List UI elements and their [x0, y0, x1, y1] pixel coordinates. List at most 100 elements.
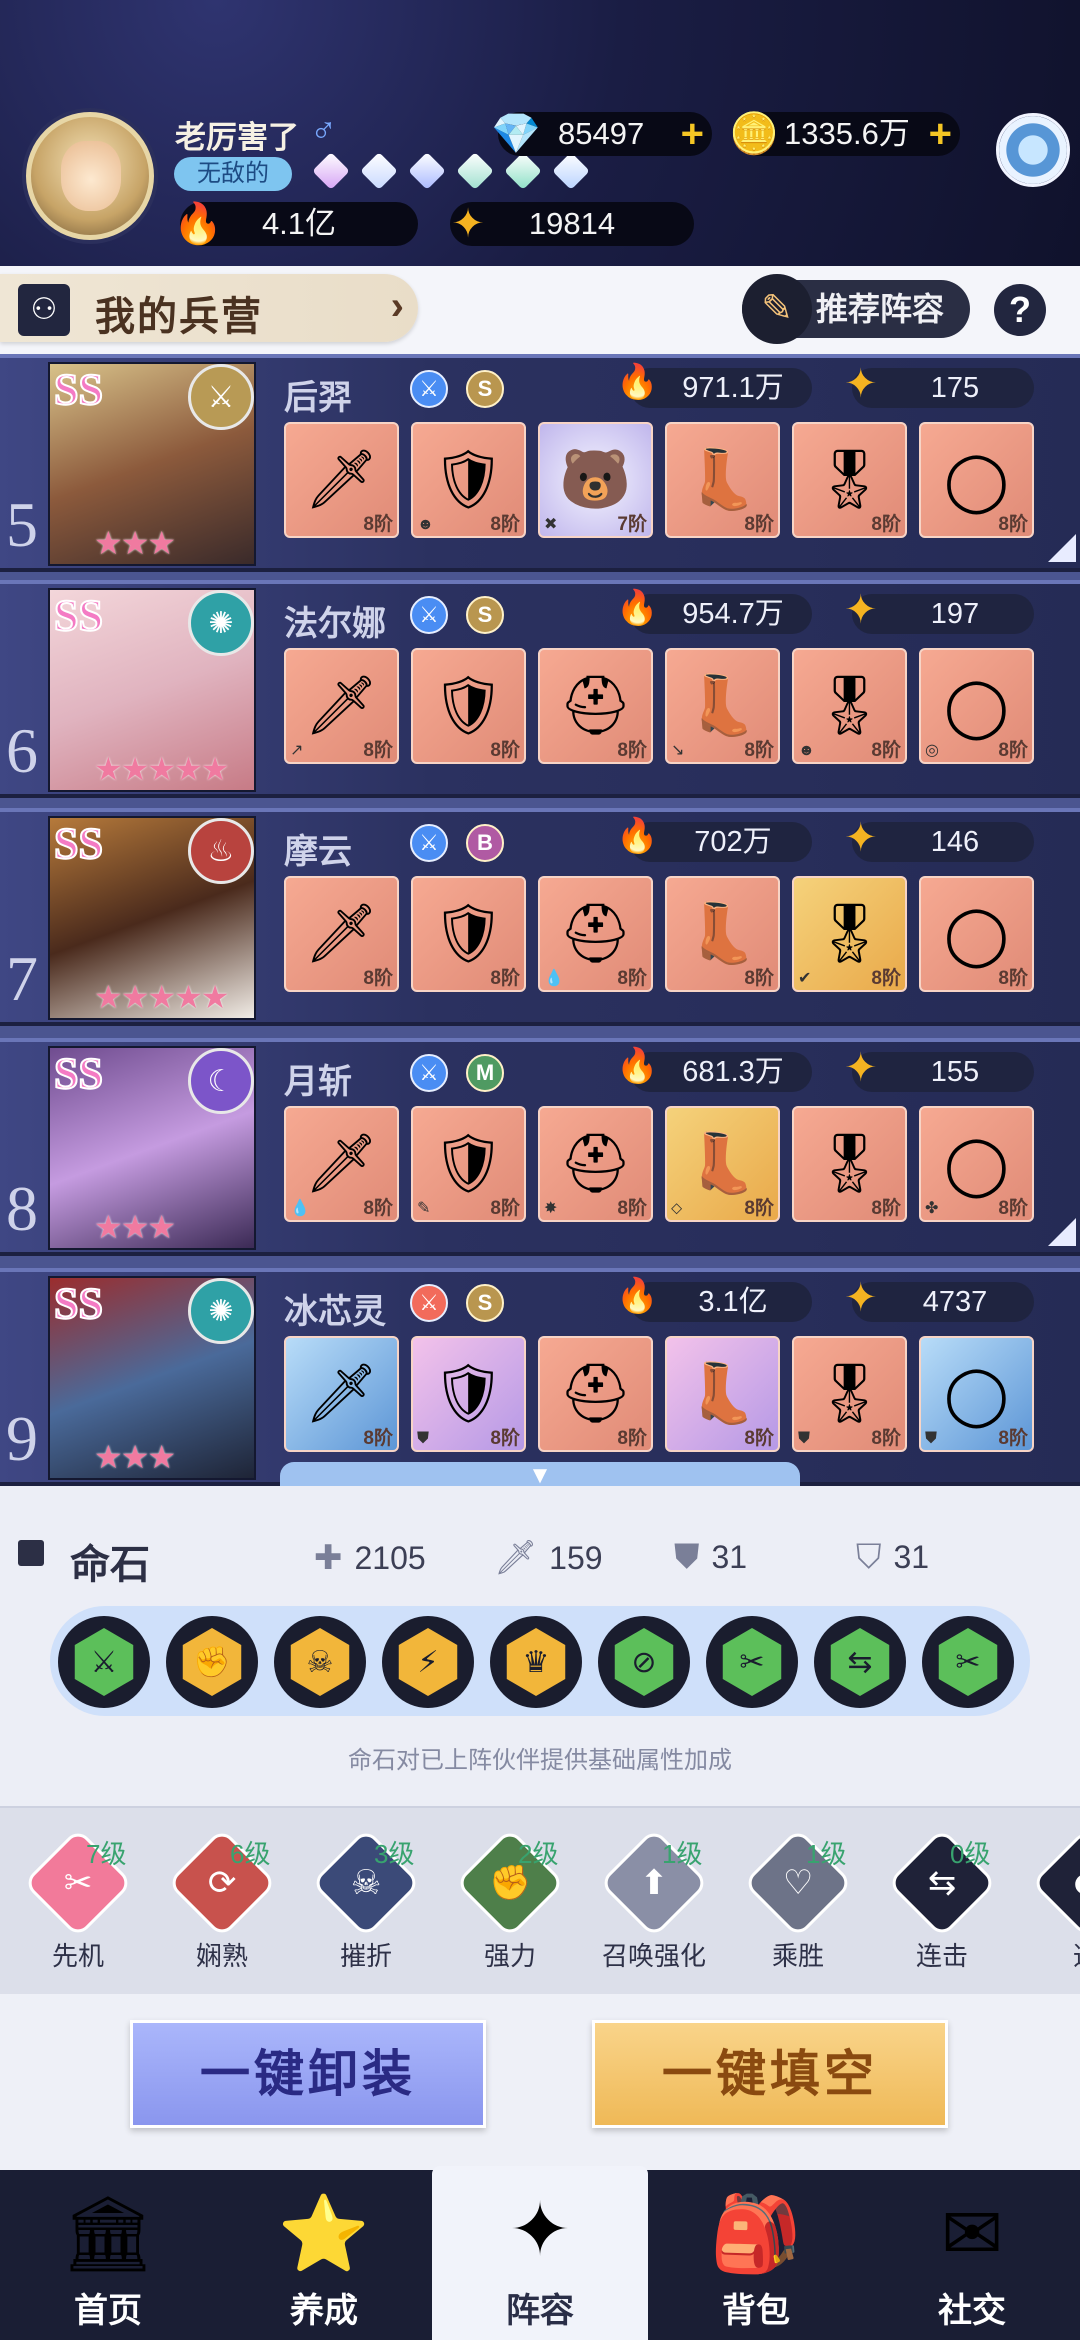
equipment-slot[interactable]: ◯ 8阶 ✤	[919, 1106, 1034, 1222]
hero-row[interactable]: 8SS★★★☾月斩⚔M681.3万155🗡8阶💧🛡8阶✎⛑8阶✸👢8阶⬦🎖8阶◯…	[0, 1038, 1080, 1256]
hero-level: 4737	[844, 1278, 1034, 1322]
fate-stone-slot[interactable]: ✊	[166, 1616, 258, 1708]
equipment-slot[interactable]: 🗡 8阶 ↗	[284, 648, 399, 764]
scroll-down-indicator[interactable]: ▼	[280, 1462, 800, 1486]
nav-tab[interactable]: ✉ 社交	[864, 2170, 1080, 2340]
equipment-slot[interactable]: 🗡 8阶	[284, 1336, 399, 1452]
equipment-slot[interactable]: ◯ 8阶	[919, 422, 1034, 538]
hero-portrait[interactable]: SS ★★★ ☾	[48, 1046, 256, 1250]
hero-list[interactable]: 5SS★★★⚔后羿⚔S971.1万175🗡8阶🛡8阶☻🐻7阶✖👢8阶🎖8阶◯8阶…	[0, 354, 1080, 1486]
equipment-slot[interactable]: 🎖 8阶	[792, 1106, 907, 1222]
equipment-slot[interactable]: 🗡 8阶 💧	[284, 1106, 399, 1222]
equipment-slot[interactable]: 🛡 8阶 ⛊	[411, 1336, 526, 1452]
fill-all-button[interactable]: 一键填空	[592, 2020, 948, 2128]
skill-item[interactable]: ☻迅	[1026, 1827, 1080, 1973]
equipment-tier: 8阶	[617, 1198, 647, 1219]
equipment-slot[interactable]: 👢 8阶	[665, 1336, 780, 1452]
fate-stone-slot[interactable]: ☠	[274, 1616, 366, 1708]
hero-name: 后羿	[284, 379, 352, 417]
player-avatar[interactable]	[26, 112, 154, 240]
equipment-tier: 8阶	[490, 1428, 520, 1449]
equipment-icon: ◯	[944, 1362, 1009, 1427]
equipment-slot[interactable]: 🐻 7阶 ✖	[538, 422, 653, 538]
equipment-slot[interactable]: 🎖 8阶 ☻	[792, 648, 907, 764]
hero-name: 法尔娜	[284, 605, 386, 643]
fate-stone-slot[interactable]: ⚡	[382, 1616, 474, 1708]
nav-tab[interactable]: ✦ 阵容	[432, 2166, 648, 2340]
equipment-tier: 8阶	[363, 514, 393, 535]
skill-item[interactable]: ✊ 2级 强力	[450, 1827, 570, 1973]
fate-stone-slot[interactable]: ⚔	[58, 1616, 150, 1708]
star-counter: ✦ 19814	[450, 202, 694, 246]
equipment-slot[interactable]: 🛡 8阶	[411, 876, 526, 992]
unequip-all-button[interactable]: 一键卸装	[130, 2020, 486, 2128]
equipment-icon: 🎖	[812, 1361, 887, 1426]
role-icon: ⚔	[410, 1284, 448, 1322]
skill-item[interactable]: ⇆ 0级 连击	[882, 1827, 1002, 1973]
skill-item[interactable]: ✂ 7级 先机	[18, 1827, 138, 1973]
equipment-icon: 🗡	[304, 447, 379, 512]
equipment-slot[interactable]: 🛡 8阶 ✎	[411, 1106, 526, 1222]
hero-slot-number: 5	[6, 489, 38, 560]
recommend-lineup-label: 推荐阵容	[816, 291, 945, 327]
equipment-slot[interactable]: ◯ 8阶 ◎	[919, 648, 1034, 764]
equipment-slot[interactable]: 👢 8阶	[665, 876, 780, 992]
hero-portrait[interactable]: SS ★★★ ⚔	[48, 362, 256, 566]
add-gold-button[interactable]: +	[929, 112, 952, 156]
hero-row[interactable]: 5SS★★★⚔后羿⚔S971.1万175🗡8阶🛡8阶☻🐻7阶✖👢8阶🎖8阶◯8阶	[0, 354, 1080, 572]
equipment-slot[interactable]: ◯ 8阶	[919, 876, 1034, 992]
equipment-mark-icon: ✸	[544, 1200, 558, 1217]
equipment-icon: 👢	[686, 673, 759, 738]
equipment-slot[interactable]: ⛑ 8阶 ✸	[538, 1106, 653, 1222]
equipment-slot[interactable]: 👢 8阶 ⬦	[665, 1106, 780, 1222]
equipment-slot[interactable]: ◯ 8阶 ⛊	[919, 1336, 1034, 1452]
equipment-icon: 🗡	[304, 673, 379, 738]
add-diamond-button[interactable]: +	[681, 112, 704, 156]
hero-slot-number: 7	[6, 943, 38, 1014]
recommend-lineup-button[interactable]: ✎ 推荐阵容	[742, 274, 970, 344]
equipment-slot[interactable]: 🎖 8阶 ✔	[792, 876, 907, 992]
fate-stone-slot[interactable]: ✂	[706, 1616, 798, 1708]
fate-stone-slot[interactable]: ✂	[922, 1616, 1014, 1708]
fate-stone-slot[interactable]: ⊘	[598, 1616, 690, 1708]
equipment-slot[interactable]: 🎖 8阶 ⛊	[792, 1336, 907, 1452]
equipment-slot[interactable]: ⛑ 8阶 💧	[538, 876, 653, 992]
settings-gear-icon[interactable]	[996, 113, 1070, 187]
skill-item[interactable]: ⟳ 6级 娴熟	[162, 1827, 282, 1973]
skill-glyph: ☻	[1068, 1863, 1080, 1902]
hero-portrait[interactable]: SS ★★★★★ ♨	[48, 816, 256, 1020]
hero-row[interactable]: 9SS★★★✺冰芯灵⚔S3.1亿4737🗡8阶🛡8阶⛊⛑8阶👢8阶🎖8阶⛊◯8阶…	[0, 1268, 1080, 1486]
equipment-slot[interactable]: ⛑ 8阶	[538, 648, 653, 764]
equipment-slot[interactable]: ⛑ 8阶	[538, 1336, 653, 1452]
nav-tab[interactable]: 🎒 背包	[648, 2170, 864, 2340]
equipment-icon: ◯	[944, 674, 1009, 739]
skill-bar[interactable]: ✂7级先机⟳6级娴熟☠3级摧折✊2级强力⬆1级召唤强化♡1级乘胜⇆0级连击☻迅	[0, 1806, 1080, 1994]
hero-portrait[interactable]: SS ★★★ ✺	[48, 1276, 256, 1480]
equipment-slot[interactable]: 👢 8阶 ↘	[665, 648, 780, 764]
fate-stone-slot[interactable]: ♛	[490, 1616, 582, 1708]
skill-item[interactable]: ☠ 3级 摧折	[306, 1827, 426, 1973]
stat-attack: 🗡 159	[494, 1539, 603, 1577]
equipment-slot[interactable]: 🗡 8阶	[284, 422, 399, 538]
equipment-slot[interactable]: 👢 8阶	[665, 422, 780, 538]
equipment-slot[interactable]: 🛡 8阶 ☻	[411, 422, 526, 538]
barracks-button[interactable]: ⚇ 我的兵营 ›	[0, 274, 418, 342]
equipment-slot[interactable]: 🛡 8阶	[411, 648, 526, 764]
skill-level: 2级	[518, 1839, 559, 1869]
nav-tab[interactable]: ⭐ 养成	[216, 2170, 432, 2340]
hero-portrait[interactable]: SS ★★★★★ ✺	[48, 588, 256, 792]
fate-stone-slot[interactable]: ⇆	[814, 1616, 906, 1708]
skill-item[interactable]: ⬆ 1级 召唤强化	[594, 1827, 714, 1973]
hero-row[interactable]: 6SS★★★★★✺法尔娜⚔S954.7万197🗡8阶↗🛡8阶⛑8阶👢8阶↘🎖8阶…	[0, 580, 1080, 798]
nav-tab[interactable]: 🏛 首页	[0, 2170, 216, 2340]
skill-item[interactable]: ♡ 1级 乘胜	[738, 1827, 858, 1973]
fate-stone-icon: ♛	[506, 1628, 566, 1696]
hero-power: 954.7万	[616, 588, 812, 634]
help-button[interactable]: ?	[994, 284, 1046, 336]
faction-icon: ⚔	[188, 364, 254, 430]
hero-row[interactable]: 7SS★★★★★♨摩云⚔B702万146🗡8阶🛡8阶⛑8阶💧👢8阶🎖8阶✔◯8阶	[0, 808, 1080, 1026]
equipment-slot[interactable]: 🗡 8阶	[284, 876, 399, 992]
equipment-icon: ⛑	[558, 1361, 633, 1426]
equipment-slot[interactable]: 🎖 8阶	[792, 422, 907, 538]
hero-name: 摩云	[284, 833, 352, 871]
